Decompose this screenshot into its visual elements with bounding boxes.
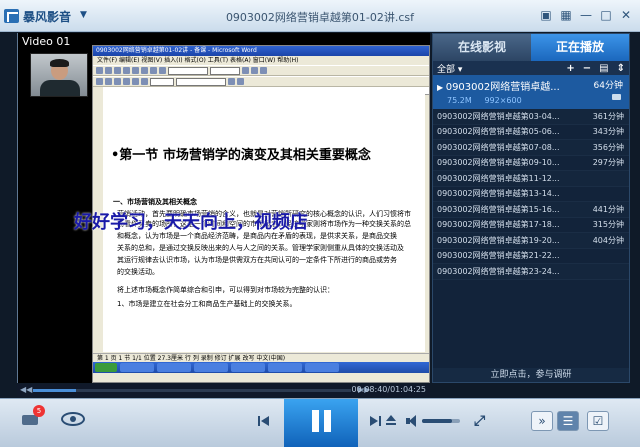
tab-online-video[interactable]: 在线影视 [433, 34, 531, 61]
app-logo-icon[interactable] [4, 9, 19, 23]
brand-menu-chevron-icon[interactable]: ▼ [80, 10, 87, 20]
video-area[interactable]: Video 01 0903002网络营销卓越第01-02讲 - 备课 - Mic… [17, 33, 430, 383]
list-item-duration: 361分钟 [592, 111, 624, 121]
doc-line: 1、市场是建立在社会分工和商品生产基础上的交换关系。 [117, 300, 297, 308]
fullscreen-icon[interactable]: ⤢ [474, 414, 488, 428]
list-item[interactable]: 0903002网络营销卓越第07-08... 356分钟 [433, 140, 629, 156]
pause-icon [312, 410, 319, 432]
list-item[interactable]: 0903002网络营销卓越第17-18... 315分钟 [433, 218, 629, 233]
survey-link[interactable]: 立即点击，参与调研 [433, 368, 629, 382]
pause-icon-bar [324, 410, 331, 432]
close-button[interactable]: ✕ [618, 7, 634, 23]
title-bar: 暴风影音 ▼ 0903002网络营销卓越第01-02讲.csf ▣ ▦ — □ … [0, 0, 640, 32]
playlist: 0903002网络营销卓越第03-04... 361分钟 0903002网络营销卓… [433, 109, 629, 280]
current-duration: 64分钟 [593, 81, 623, 91]
skin-button[interactable]: ▣ [538, 7, 554, 23]
list-item-title: 0903002网络营销卓越第05-06... [437, 127, 560, 137]
list-item-title: 0903002网络营销卓越第03-04... [437, 111, 560, 121]
maximize-button[interactable]: □ [598, 7, 614, 23]
list-item-title: 0903002网络营销卓越第11-12... [437, 173, 560, 183]
volume-level [422, 419, 453, 423]
window-controls: ▣ ▦ — □ ✕ [538, 7, 634, 23]
eye-icon[interactable] [61, 412, 85, 426]
list-item[interactable]: 0903002网络营销卓越第03-04... 361分钟 [433, 109, 629, 125]
list-item-duration: 297分钟 [592, 158, 624, 168]
current-meta: 75.2M 992×600 [437, 96, 625, 105]
playlist-toggle-button[interactable]: ☰ [557, 411, 579, 431]
doc-line: 其运行规律去认识市场，认为市场是供需双方在共同认可的一定条件下所进行的商品或劳务 [117, 256, 397, 264]
seek-progress [33, 389, 76, 392]
list-item-title: 0903002网络营销卓越第19-20... [437, 235, 560, 245]
list-item-title: 0903002网络营销卓越第09-10... [437, 158, 560, 168]
seek-bar[interactable]: ◀◀ ▶▶ 00:08:40/01:04:25 [17, 384, 430, 397]
chevron-down-icon: ▾ [457, 64, 463, 75]
checklist-button[interactable]: ☑ [587, 411, 609, 431]
folder-icon[interactable] [612, 94, 621, 100]
eject-icon[interactable] [386, 415, 396, 427]
list-item[interactable]: 0903002网络营销卓越第13-14... [433, 187, 629, 202]
delete-icon[interactable]: ▤ [599, 63, 608, 74]
playlist-filter-bar: 全部 ▾ + − ▤ ⇕ [433, 61, 629, 75]
filter-dropdown[interactable]: 全部 ▾ [437, 62, 462, 75]
notification-badge: 5 [33, 405, 45, 417]
list-item[interactable]: 0903002网络营销卓越第05-06... 343分钟 [433, 125, 629, 140]
list-item[interactable]: 0903002网络营销卓越第15-16... 441分钟 [433, 202, 629, 218]
list-item-title: 0903002网络营销卓越第07-08... [437, 142, 560, 152]
video-label: Video 01 [22, 35, 70, 48]
tab-now-playing[interactable]: 正在播放 [531, 34, 629, 61]
list-item-duration: 315分钟 [592, 220, 624, 230]
doc-heading: •第一节 市场营销学的演变及其相关重要概念 [111, 148, 371, 163]
list-item[interactable]: 0903002网络营销卓越第11-12... [433, 171, 629, 187]
doc-subheading: 一、市场营销及其相关概念 [113, 198, 197, 206]
playlist-current-item[interactable]: 0903002网络营销卓越... 64分钟 75.2M 992×600 [433, 75, 629, 109]
stop-icon[interactable] [258, 416, 270, 426]
word-toolbar [93, 65, 429, 76]
word-format-toolbar [93, 76, 429, 87]
expand-panel-button[interactable]: » [531, 411, 553, 431]
current-resolution: 992×600 [484, 96, 522, 105]
next-icon[interactable] [370, 416, 382, 426]
volume-slider[interactable] [422, 419, 460, 423]
video-label-text: Video 01 [22, 35, 71, 48]
current-size: 75.2M [447, 96, 472, 105]
presenter-video [30, 53, 88, 97]
time-readout: 00:08:40/01:04:25 [351, 385, 426, 394]
doc-line: 关系的总和，是通过交换反映出来的人与人之间的关系。管理学家则侧重从具体的交换活动… [117, 244, 404, 252]
word-status-bar: 第 1 页 1 节 1/1 位置 27.3厘米 行 列 录制 修订 扩展 改写 … [93, 353, 429, 362]
list-item-duration: 343分钟 [592, 127, 624, 137]
list-item-duration: 356分钟 [592, 142, 624, 152]
word-title: 0903002网络营销卓越第01-02讲 - 备课 - Microsoft Wo… [93, 46, 429, 56]
doc-line: 将上述市场概念作简单综合和引申，可以得到对市场较为完整的认识： [117, 286, 334, 294]
list-item-duration: 404分钟 [592, 235, 624, 245]
sort-icon[interactable]: ⇕ [617, 63, 625, 74]
windows-taskbar [93, 362, 429, 373]
seek-back-icon[interactable]: ◀◀ [20, 385, 32, 394]
remove-icon[interactable]: − [583, 63, 591, 74]
add-icon[interactable]: + [566, 63, 574, 74]
list-item-title: 0903002网络营销卓越第17-18... [437, 220, 560, 230]
list-item-duration: 441分钟 [592, 204, 624, 214]
app-brand[interactable]: 暴风影音 [23, 8, 71, 25]
panel-tabs: 在线影视 正在播放 [433, 34, 629, 61]
list-item-title: 0903002网络营销卓越第15-16... [437, 204, 560, 214]
playlist-panel: 在线影视 正在播放 全部 ▾ + − ▤ ⇕ 0903002网络营销卓越... … [432, 33, 630, 383]
list-item[interactable]: 0903002网络营销卓越第21-22... [433, 249, 629, 264]
minimize-button[interactable]: — [578, 7, 594, 23]
list-item-title: 0903002网络营销卓越第13-14... [437, 189, 560, 199]
pause-button[interactable] [284, 399, 358, 447]
list-item-title: 0903002网络营销卓越第21-22... [437, 251, 560, 261]
list-item[interactable]: 0903002网络营销卓越第09-10... 297分钟 [433, 156, 629, 171]
list-item[interactable]: 0903002网络营销卓越第23-24... [433, 264, 629, 280]
list-item-title: 0903002网络营销卓越第23-24... [437, 266, 560, 276]
doc-line: 的交换活动。 [117, 268, 159, 276]
watermark-text: 好好学习，天天向上，视频店 [74, 212, 308, 233]
list-item[interactable]: 0903002网络营销卓越第19-20... 404分钟 [433, 233, 629, 249]
windows-tray [93, 373, 429, 382]
mini-mode-button[interactable]: ▦ [558, 7, 574, 23]
speaker-icon[interactable] [406, 415, 420, 427]
seek-track[interactable] [33, 389, 351, 392]
control-bar: 5 ⤢ » ☰ ☑ [0, 398, 640, 447]
word-menu: 文件(F) 编辑(E) 视图(V) 插入(I) 格式(O) 工具(T) 表格(A… [97, 57, 299, 64]
filter-label: 全部 [437, 64, 456, 75]
